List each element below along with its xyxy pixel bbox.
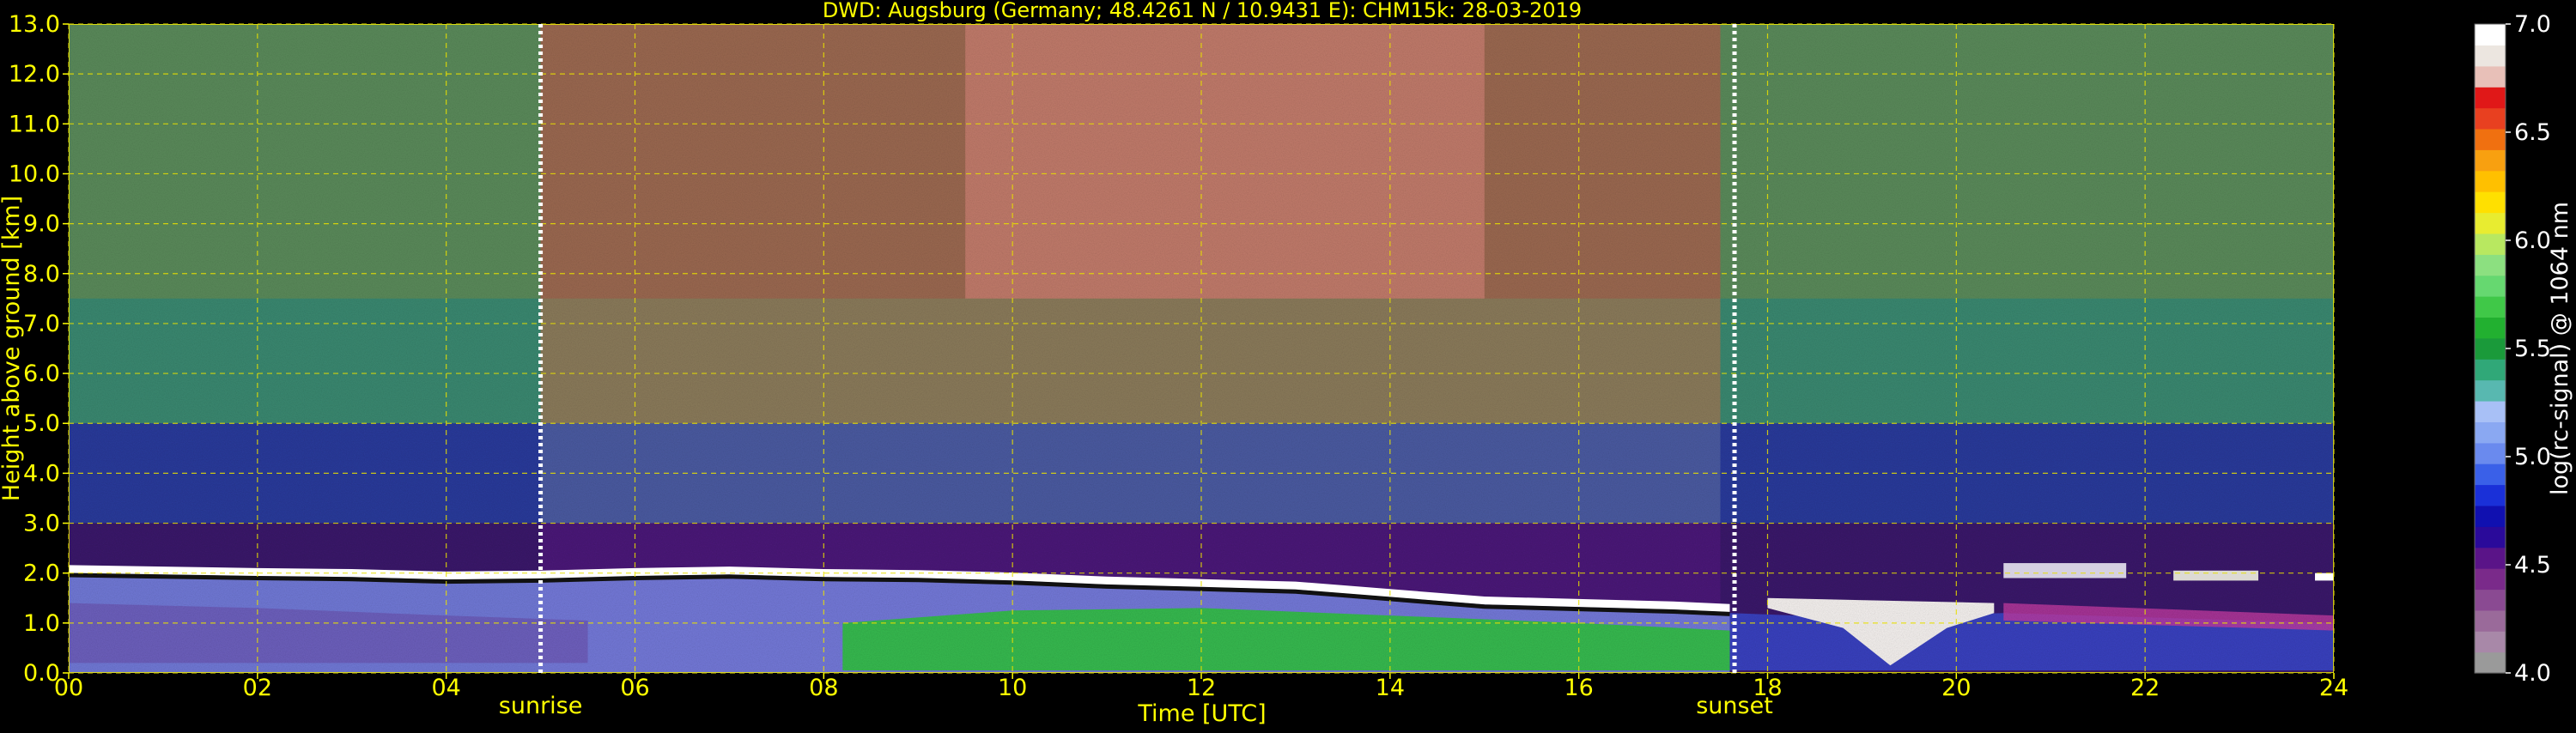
y-tick-label: 10.0: [9, 161, 60, 187]
y-axis-label: Height above ground [km]: [0, 196, 25, 501]
colorbar-tick-label: 4.5: [2514, 552, 2551, 579]
colorbar-swatch: [2475, 296, 2506, 318]
colorbar-tick-label: 6.0: [2514, 227, 2551, 254]
x-tick-label: 24: [2319, 675, 2348, 701]
sunrise-label: sunrise: [499, 693, 583, 719]
y-tick-label: 13.0: [9, 11, 60, 38]
colorbar-swatch: [2475, 275, 2506, 297]
colorbar-swatch: [2475, 149, 2506, 172]
colorbar-swatch: [2475, 526, 2506, 548]
y-tick-label: 11.0: [9, 111, 60, 137]
colorbar-swatch: [2475, 401, 2506, 422]
chart-title: DWD: Augsburg (Germany; 48.4261 N / 10.9…: [823, 0, 1582, 22]
y-tick-label: 5.0: [23, 410, 60, 437]
colorbar: 4.0 4.5 5.0 5.5 6.0 6.5 7.0: [2474, 11, 2551, 687]
colorbar-swatch: [2475, 233, 2506, 255]
colorbar-swatch: [2475, 589, 2506, 611]
colorbar-tick-label: 5.0: [2514, 444, 2551, 470]
colorbar-swatch: [2475, 317, 2506, 339]
x-tick-label: 08: [809, 675, 838, 701]
colorbar-swatch: [2475, 651, 2506, 674]
ceilometer-chart: sunrise sunset 00 02 04 06 08 10 12 14 16 18 20 22 24…: [0, 0, 2573, 727]
y-tick-label: 3.0: [23, 511, 60, 537]
colorbar-tick-label: 4.0: [2514, 660, 2551, 687]
colorbar-swatch: [2475, 359, 2506, 381]
colorbar-swatch: [2475, 484, 2506, 506]
y-tick-label: 4.0: [23, 460, 60, 487]
x-tick-label: 16: [1564, 675, 1593, 701]
y-tick-label: 12.0: [9, 61, 60, 88]
y-tick-label: 2.0: [23, 560, 60, 587]
y-tick-label: 8.0: [23, 261, 60, 288]
x-tick-label: 14: [1376, 675, 1405, 701]
y-tick-label: 1.0: [23, 610, 60, 637]
ceilometer-figure: sunrise sunset 00 02 04 06 08 10 12 14 16 18 20 22 24…: [0, 0, 2576, 730]
colorbar-tick-label: 7.0: [2514, 11, 2551, 38]
colorbar-swatch: [2475, 170, 2506, 192]
y-tick-label: 0.0: [23, 660, 60, 687]
colorbar-swatch: [2475, 337, 2506, 360]
colorbar-swatch: [2475, 24, 2506, 45]
colorbar-swatch: [2475, 212, 2506, 234]
x-tick-label: 22: [2130, 675, 2160, 701]
colorbar-swatch: [2475, 128, 2506, 150]
colorbar-swatch: [2475, 87, 2506, 109]
colorbar-swatch: [2475, 568, 2506, 591]
x-tick-label: 06: [620, 675, 649, 701]
colorbar-swatch: [2475, 547, 2506, 569]
x-axis-label: Time [UTC]: [1137, 700, 1266, 727]
colorbar-tick-label: 5.5: [2514, 336, 2551, 362]
colorbar-label: log(rc-signal) @ 1064 nm: [2547, 202, 2573, 495]
colorbar-swatch: [2475, 505, 2506, 527]
colorbar-swatch: [2475, 254, 2506, 276]
colorbar-swatch: [2475, 107, 2506, 130]
x-tick-label: 20: [1941, 675, 1971, 701]
x-tick-label: 12: [1187, 675, 1216, 701]
colorbar-swatch: [2475, 45, 2506, 67]
x-tick-label: 10: [998, 675, 1027, 701]
x-tick-label: 18: [1753, 675, 1782, 701]
colorbar-swatch: [2475, 191, 2506, 214]
colorbar-swatch: [2475, 379, 2506, 402]
y-tick-label: 7.0: [23, 311, 60, 337]
colorbar-swatch: [2475, 609, 2506, 632]
x-tick-label: 02: [243, 675, 272, 701]
colorbar-swatch: [2475, 65, 2506, 88]
y-tick-label: 6.0: [23, 360, 60, 387]
colorbar-tick-label: 6.5: [2514, 119, 2551, 146]
colorbar-swatch: [2475, 442, 2506, 464]
colorbar-swatch: [2475, 631, 2506, 653]
colorbar-swatch: [2475, 463, 2506, 486]
x-tick-label: 04: [431, 675, 460, 701]
y-tick-label: 9.0: [23, 211, 60, 238]
colorbar-swatch: [2475, 421, 2506, 444]
